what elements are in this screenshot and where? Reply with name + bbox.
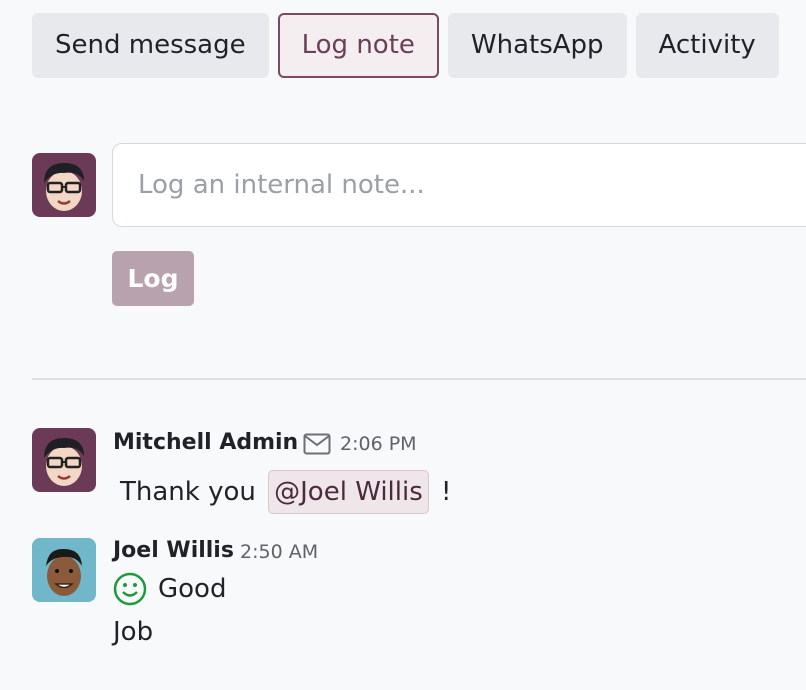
tab-log-note[interactable]: Log note [277, 13, 439, 78]
current-user-avatar [32, 153, 96, 217]
message-timestamp: 2:50 AM [240, 541, 319, 563]
log-button[interactable]: Log [112, 251, 194, 306]
message-avatar-mitchell [32, 428, 96, 492]
envelope-icon [303, 433, 331, 455]
message-text: Thank you [120, 477, 256, 507]
message-timestamp: 2:06 PM [340, 433, 417, 455]
message-body: Thank you @Joel Willis ! [120, 470, 451, 514]
message-avatar-joel [32, 538, 96, 602]
composer-tabs: Send message Log note WhatsApp Activity [32, 13, 779, 78]
smiley-icon [113, 572, 147, 606]
mention-link[interactable]: @Joel Willis [268, 470, 429, 514]
divider [32, 378, 806, 380]
message-text: Good [158, 574, 227, 604]
message-author[interactable]: Joel Willis [113, 538, 234, 563]
message-author[interactable]: Mitchell Admin [113, 430, 298, 455]
tab-send-message[interactable]: Send message [32, 13, 269, 78]
message-text-end: ! [441, 477, 452, 507]
internal-note-input[interactable] [112, 143, 806, 227]
message-text: Job [113, 617, 154, 647]
tab-whatsapp[interactable]: WhatsApp [447, 13, 627, 78]
tab-activity[interactable]: Activity [635, 13, 779, 78]
